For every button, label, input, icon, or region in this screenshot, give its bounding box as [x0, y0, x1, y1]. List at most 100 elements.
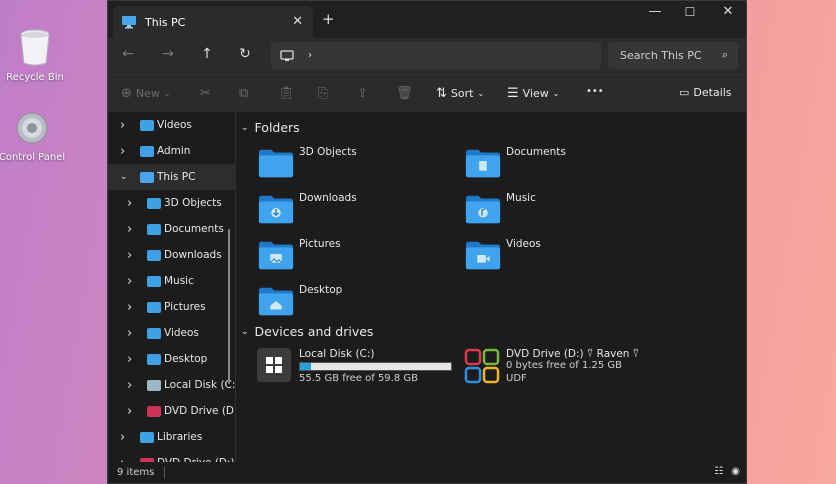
sidebar-item[interactable]: › Libraries	[108, 424, 235, 450]
sidebar-item-label: 3D Objects	[164, 197, 222, 209]
paste-icon[interactable]: 📋︎	[278, 86, 295, 101]
maximize-icon[interactable]: ☐	[675, 5, 705, 19]
minimize-icon[interactable]: —	[640, 4, 670, 19]
folder-icon	[465, 241, 501, 270]
recycle-bin-icon	[20, 29, 50, 66]
chevron-right-icon[interactable]: ›	[127, 378, 132, 393]
tab-this-pc[interactable]: This PC ✕	[113, 6, 313, 38]
sidebar-item-label: Downloads	[164, 249, 222, 261]
sidebar-item[interactable]: › Desktop	[108, 346, 235, 372]
address-bar[interactable]: ›	[271, 42, 601, 69]
folder-tile[interactable]: Downloads	[257, 192, 457, 232]
chevron-right-icon[interactable]: ›	[127, 248, 132, 263]
folder-icon	[147, 327, 161, 339]
sidebar-item[interactable]: › Music	[108, 268, 235, 294]
folder-tile[interactable]: Desktop	[257, 284, 457, 324]
sidebar-item[interactable]: › Documents	[108, 216, 235, 242]
folder-tile[interactable]: Videos	[464, 238, 664, 278]
view-icon: ☰	[507, 86, 519, 101]
drive-dvd-d[interactable]: DVD Drive (D:) ⍢ Raven ⍢ 0 bytes free of…	[464, 348, 734, 388]
breadcrumb-chevron-icon[interactable]: ›	[308, 50, 312, 61]
chevron-down-icon[interactable]: ⌄	[120, 172, 128, 182]
sidebar-item[interactable]: › 3D Objects	[108, 190, 235, 216]
drives-header-label: Devices and drives	[254, 324, 374, 339]
folder-tile[interactable]: Pictures	[257, 238, 457, 278]
sidebar-item[interactable]: › Videos	[108, 320, 235, 346]
sort-button-label: Sort	[450, 87, 474, 100]
close-window-icon[interactable]: ✕	[713, 4, 743, 19]
folder-icon	[147, 223, 161, 235]
details-view-icon[interactable]: ☷	[714, 466, 723, 477]
this-pc-icon	[122, 16, 136, 29]
chevron-down-icon: ⌄	[552, 89, 560, 98]
new-button[interactable]: ⊕ New ⌄	[121, 86, 171, 101]
sidebar-item-label: Local Disk (C:	[164, 379, 236, 391]
sidebar-item[interactable]: › Local Disk (C:	[108, 372, 235, 398]
folder-icon	[147, 353, 161, 365]
sidebar-item-label: Music	[164, 275, 194, 287]
desktop-icon-control-panel[interactable]: Control Panel	[0, 110, 67, 163]
chevron-right-icon[interactable]: ›	[127, 274, 132, 289]
folders-section-header[interactable]: ⌄ Folders	[241, 120, 300, 135]
drive-free-space: 0 bytes free of 1.25 GB	[506, 360, 623, 371]
delete-icon[interactable]: 🗑︎	[396, 86, 413, 101]
chevron-right-icon[interactable]: ›	[127, 352, 132, 367]
sidebar-item-label: Videos	[164, 327, 199, 339]
new-tab-icon[interactable]: +	[322, 10, 335, 28]
drive-usage-fill	[300, 363, 311, 370]
sort-button[interactable]: ⇅ Sort ⌄	[436, 86, 484, 101]
navigation-pane-scrollbar[interactable]	[228, 229, 230, 384]
drive-local-disk-c[interactable]: Local Disk (C:) 55.5 GB free of 59.8 GB	[257, 348, 457, 388]
chevron-right-icon[interactable]: ›	[127, 222, 132, 237]
up-icon[interactable]: ↑	[197, 46, 217, 62]
back-icon[interactable]: ←	[118, 46, 138, 62]
chevron-right-icon[interactable]: ›	[120, 430, 125, 445]
folder-icon	[147, 249, 161, 261]
search-placeholder: Search This PC	[620, 49, 702, 62]
folder-tile[interactable]: Music	[464, 192, 664, 232]
folder-label: Downloads	[299, 192, 357, 204]
chevron-right-icon[interactable]: ›	[127, 300, 132, 315]
rename-icon[interactable]: ⎘	[318, 86, 328, 101]
folder-icon	[258, 241, 294, 270]
folder-tile[interactable]: 3D Objects	[257, 146, 457, 186]
sidebar-item-label: Pictures	[164, 301, 206, 313]
sidebar-item-label: Videos	[157, 119, 192, 131]
details-pane-button[interactable]: ▭ Details	[679, 86, 732, 99]
sidebar-item[interactable]: › Admin	[108, 138, 235, 164]
chevron-right-icon[interactable]: ›	[120, 118, 125, 133]
tiles-view-icon[interactable]: ◉	[731, 466, 740, 477]
chevron-right-icon[interactable]: ›	[127, 404, 132, 419]
folder-label: Videos	[506, 238, 541, 250]
sidebar-item[interactable]: › Downloads	[108, 242, 235, 268]
chevron-down-icon: ⌄	[163, 89, 171, 98]
sidebar-item[interactable]: ⌄ This PC	[108, 164, 235, 190]
folder-icon	[140, 145, 154, 157]
share-icon[interactable]: ⇪	[357, 86, 368, 101]
more-options-button[interactable]: •••	[586, 86, 604, 97]
sidebar-item[interactable]: › Pictures	[108, 294, 235, 320]
chevron-right-icon[interactable]: ›	[120, 144, 125, 159]
copy-icon[interactable]: ⧉	[239, 86, 248, 101]
search-input[interactable]: Search This PC ⌕	[608, 42, 738, 69]
sort-icon: ⇅	[436, 86, 447, 101]
navigation-pane: › Videos › Admin ⌄ This PC › 3D Objects › Documen…	[108, 112, 236, 463]
refresh-icon[interactable]: ↻	[235, 46, 255, 62]
content-pane: ⌄ Folders 3D Objects Documents Downloads Mu…	[237, 112, 747, 463]
sidebar-item[interactable]: › Videos	[108, 112, 235, 138]
close-tab-icon[interactable]: ✕	[292, 14, 303, 29]
chevron-right-icon[interactable]: ›	[127, 196, 132, 211]
status-bar: 9 items ☷ ◉	[108, 462, 746, 483]
chevron-right-icon[interactable]: ›	[127, 326, 132, 341]
windows-drive-icon	[257, 348, 291, 382]
view-button[interactable]: ☰ View ⌄	[507, 86, 559, 101]
sidebar-item-label: Documents	[164, 223, 224, 235]
forward-icon[interactable]: →	[158, 46, 178, 62]
sidebar-item[interactable]: › DVD Drive (D:	[108, 398, 235, 424]
drives-section-header[interactable]: ⌄ Devices and drives	[241, 324, 373, 339]
desktop-icon-recycle-bin[interactable]: Recycle Bin	[0, 28, 70, 83]
details-button-label: Details	[693, 86, 732, 99]
cut-icon[interactable]: ✂	[200, 86, 211, 101]
folder-tile[interactable]: Documents	[464, 146, 664, 186]
item-count: 9 items	[117, 467, 155, 478]
